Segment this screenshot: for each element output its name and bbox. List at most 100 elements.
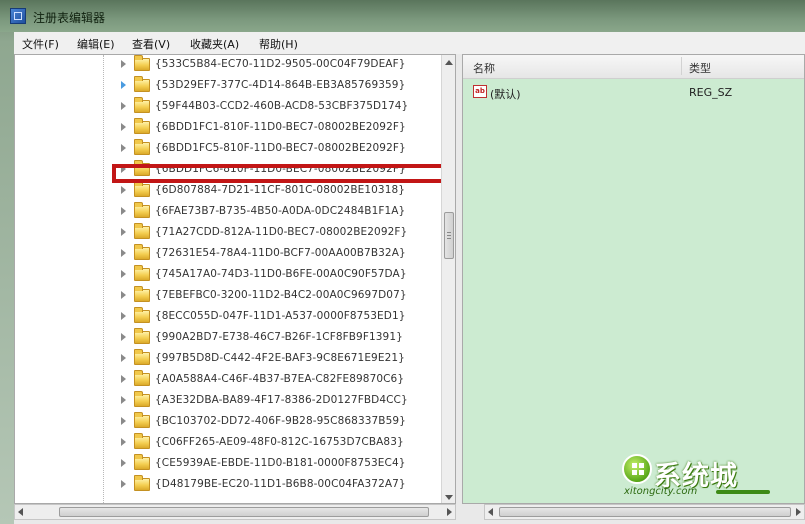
expand-arrow-icon[interactable] bbox=[121, 144, 126, 152]
folder-icon bbox=[134, 328, 150, 344]
tree-item[interactable]: {71A27CDD-812A-11D0-BEC7-08002BE2092F} bbox=[115, 223, 445, 244]
expand-arrow-icon[interactable] bbox=[121, 102, 126, 110]
tree-item-label: {C06FF265-AE09-48F0-812C-16753D7CBA83} bbox=[155, 436, 404, 448]
folder-icon bbox=[134, 97, 150, 113]
folder-icon bbox=[134, 349, 150, 365]
folder-icon bbox=[134, 370, 150, 386]
tree-item[interactable]: {6D807884-7D21-11CF-801C-08002BE10318} bbox=[115, 181, 445, 202]
folder-icon bbox=[134, 307, 150, 323]
tree-item[interactable]: {6FAE73B7-B735-4B50-A0DA-0DC2484B1F1A} bbox=[115, 202, 445, 223]
expand-arrow-icon[interactable] bbox=[121, 375, 126, 383]
value-row[interactable]: ab (默认) REG_SZ bbox=[463, 82, 804, 102]
expand-arrow-icon[interactable] bbox=[121, 207, 126, 215]
tree-item[interactable]: {C06FF265-AE09-48F0-812C-16753D7CBA83} bbox=[115, 433, 445, 454]
folder-icon bbox=[134, 223, 150, 239]
expand-arrow-icon[interactable] bbox=[121, 123, 126, 131]
column-header-type[interactable]: 类型 bbox=[689, 60, 711, 76]
tree-item[interactable]: {A0A588A4-C46F-4B37-B7EA-C82FE89870C6} bbox=[115, 370, 445, 391]
watermark-swoosh bbox=[716, 490, 770, 494]
menu-file[interactable]: 文件(F) bbox=[22, 36, 59, 52]
value-name: (默认) bbox=[490, 88, 521, 101]
menu-help[interactable]: 帮助(H) bbox=[259, 36, 298, 52]
scroll-up-arrow-icon[interactable] bbox=[445, 60, 453, 65]
tree-item[interactable]: {D48179BE-EC20-11D1-B6B8-00C04FA372A7} bbox=[115, 475, 445, 496]
values-horizontal-scroll-thumb[interactable] bbox=[499, 507, 791, 517]
tree-horizontal-scrollbar[interactable] bbox=[14, 504, 456, 520]
expand-arrow-icon[interactable] bbox=[121, 459, 126, 467]
tree-item[interactable]: {A3E32DBA-BA89-4F17-8386-2D0127FBD4CC} bbox=[115, 391, 445, 412]
tree-item[interactable]: {59F44B03-CCD2-460B-ACD8-53CBF375D174} bbox=[115, 97, 445, 118]
expand-arrow-icon[interactable] bbox=[121, 291, 126, 299]
tree-item-label: {6BDD1FC1-810F-11D0-BEC7-08002BE2092F} bbox=[155, 121, 406, 133]
expand-arrow-icon[interactable] bbox=[121, 354, 126, 362]
tree-item[interactable]: {533C5B84-EC70-11D2-9505-00C04F79DEAF} bbox=[115, 55, 445, 76]
tree-item-label: {59F44B03-CCD2-460B-ACD8-53CBF375D174} bbox=[155, 100, 409, 112]
tree-item[interactable]: {6BDD1FC1-810F-11D0-BEC7-08002BE2092F} bbox=[115, 118, 445, 139]
tree-item-label: {D48179BE-EC20-11D1-B6B8-00C04FA372A7} bbox=[155, 478, 406, 490]
folder-icon bbox=[134, 265, 150, 281]
tree-item-label: {7EBEFBC0-3200-11D2-B4C2-00A0C9697D07} bbox=[155, 289, 407, 301]
tree-item[interactable]: {997B5D8D-C442-4F2E-BAF3-9C8E671E9E21} bbox=[115, 349, 445, 370]
folder-icon bbox=[134, 202, 150, 218]
expand-arrow-icon[interactable] bbox=[121, 312, 126, 320]
folder-icon bbox=[134, 181, 150, 197]
tree-item-label: {A3E32DBA-BA89-4F17-8386-2D0127FBD4CC} bbox=[155, 394, 408, 406]
expand-arrow-icon[interactable] bbox=[121, 60, 126, 68]
tree-item-label: {CE5939AE-EBDE-11D0-B181-0000F8753EC4} bbox=[155, 457, 406, 469]
expand-arrow-icon[interactable] bbox=[121, 396, 126, 404]
tree-item-label: {6FAE73B7-B735-4B50-A0DA-0DC2484B1F1A} bbox=[155, 205, 406, 217]
scroll-left-arrow-icon[interactable] bbox=[488, 508, 493, 516]
values-list-pane[interactable]: 名称 类型 ab (默认) REG_SZ bbox=[462, 54, 805, 504]
expand-arrow-icon[interactable] bbox=[121, 270, 126, 278]
scroll-right-arrow-icon[interactable] bbox=[796, 508, 801, 516]
column-separator[interactable] bbox=[681, 57, 682, 75]
highlight-annotation-box bbox=[112, 164, 455, 183]
expand-arrow-icon[interactable] bbox=[121, 438, 126, 446]
folder-icon bbox=[134, 244, 150, 260]
values-horizontal-scrollbar[interactable] bbox=[484, 504, 805, 520]
registry-editor-window: 注册表编辑器 文件(F) 编辑(E) 查看(V) 收藏夹(A) 帮助(H) {5… bbox=[0, 0, 805, 524]
watermark-site: xitongcity.com bbox=[624, 486, 698, 497]
tree-guide-line bbox=[103, 55, 105, 503]
tree-item[interactable]: {53D29EF7-377C-4D14-864B-EB3A85769359} bbox=[115, 76, 445, 97]
tree-item[interactable]: {8ECC055D-047F-11D1-A537-0000F8753ED1} bbox=[115, 307, 445, 328]
expand-arrow-icon[interactable] bbox=[121, 81, 126, 89]
expand-arrow-icon[interactable] bbox=[121, 417, 126, 425]
folder-icon bbox=[134, 454, 150, 470]
tree-item-label: {71A27CDD-812A-11D0-BEC7-08002BE2092F} bbox=[155, 226, 408, 238]
tree-item[interactable]: {7EBEFBC0-3200-11D2-B4C2-00A0C9697D07} bbox=[115, 286, 445, 307]
expand-arrow-icon[interactable] bbox=[121, 228, 126, 236]
scroll-right-arrow-icon[interactable] bbox=[447, 508, 452, 516]
folder-icon bbox=[134, 412, 150, 428]
tree-item[interactable]: {6BDD1FC5-810F-11D0-BEC7-08002BE2092F} bbox=[115, 139, 445, 160]
windows-logo-icon bbox=[622, 454, 652, 484]
expand-arrow-icon[interactable] bbox=[121, 249, 126, 257]
tree-item[interactable]: {BC103702-DD72-406F-9B28-95C868337B59} bbox=[115, 412, 445, 433]
tree-item-label: {8ECC055D-047F-11D1-A537-0000F8753ED1} bbox=[155, 310, 406, 322]
tree-vertical-scroll-thumb[interactable] bbox=[444, 212, 454, 259]
tree-horizontal-scroll-thumb[interactable] bbox=[59, 507, 429, 517]
tree-item[interactable]: {990A2BD7-E738-46C7-B26F-1CF8FB9F1391} bbox=[115, 328, 445, 349]
tree-item[interactable]: {72631E54-78A4-11D0-BCF7-00AA00B7B32A} bbox=[115, 244, 445, 265]
scroll-left-arrow-icon[interactable] bbox=[18, 508, 23, 516]
tree-item[interactable]: {745A17A0-74D3-11D0-B6FE-00A0C90F57DA} bbox=[115, 265, 445, 286]
expand-arrow-icon[interactable] bbox=[121, 480, 126, 488]
tree-item-label: {533C5B84-EC70-11D2-9505-00C04F79DEAF} bbox=[155, 58, 406, 70]
tree-vertical-scrollbar[interactable] bbox=[441, 55, 455, 503]
window-title: 注册表编辑器 bbox=[33, 11, 106, 25]
title-bar[interactable]: 注册表编辑器 bbox=[0, 0, 805, 32]
tree-item[interactable]: {CE5939AE-EBDE-11D0-B181-0000F8753EC4} bbox=[115, 454, 445, 475]
folder-icon bbox=[134, 118, 150, 134]
tree-item-label: {6BDD1FC5-810F-11D0-BEC7-08002BE2092F} bbox=[155, 142, 406, 154]
scroll-down-arrow-icon[interactable] bbox=[445, 495, 453, 500]
value-type: REG_SZ bbox=[689, 86, 733, 99]
menu-edit[interactable]: 编辑(E) bbox=[77, 36, 115, 52]
tree-item-label: {72631E54-78A4-11D0-BCF7-00AA00B7B32A} bbox=[155, 247, 406, 259]
folder-icon bbox=[134, 475, 150, 491]
key-tree-pane[interactable]: {533C5B84-EC70-11D2-9505-00C04F79DEAF} {5… bbox=[14, 54, 456, 504]
expand-arrow-icon[interactable] bbox=[121, 333, 126, 341]
expand-arrow-icon[interactable] bbox=[121, 186, 126, 194]
menu-favorites[interactable]: 收藏夹(A) bbox=[190, 36, 239, 52]
menu-view[interactable]: 查看(V) bbox=[132, 36, 170, 52]
column-header-name[interactable]: 名称 bbox=[473, 60, 495, 76]
